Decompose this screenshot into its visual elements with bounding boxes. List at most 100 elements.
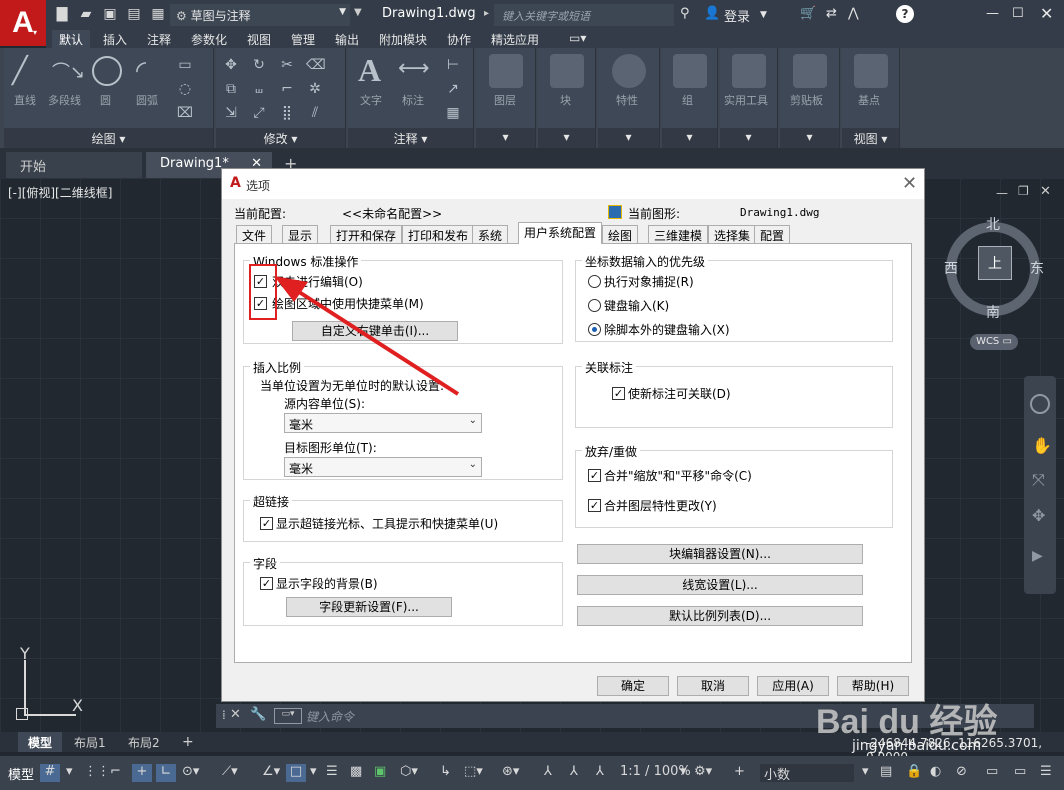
customization-icon[interactable]: ☰ [1040, 764, 1052, 782]
trim-icon[interactable]: ✂ [278, 56, 296, 74]
layout-tab-model[interactable]: 模型 [18, 732, 63, 752]
clipboard-button[interactable]: 剪贴板 [790, 92, 823, 108]
save-icon[interactable]: ▣ [102, 6, 118, 22]
hatch-icon[interactable]: ◌ [176, 80, 194, 98]
tab-parametric[interactable]: 参数化 [184, 30, 234, 48]
cancel-button[interactable]: 取消 [677, 676, 749, 696]
view-panel-title[interactable]: 视图 ▾ [842, 128, 899, 148]
pan-icon[interactable]: ✋ [1032, 436, 1052, 455]
osnap-tracking-icon[interactable]: ∠▾ [262, 764, 280, 782]
layers-icon[interactable] [489, 54, 523, 88]
compass-west[interactable]: 西 [944, 258, 958, 278]
command-input[interactable]: 键入命令 [306, 708, 354, 725]
tab-featured-apps[interactable]: 精选应用 [484, 30, 546, 48]
scale-icon[interactable]: ⤢ [250, 104, 268, 122]
tab-view[interactable]: 视图 [240, 30, 278, 48]
cmd-grip-icon[interactable]: ⁞ [222, 708, 226, 722]
close-icon[interactable]: ✕ [1040, 4, 1053, 23]
circle-button[interactable]: 圆 [100, 92, 111, 108]
binoculars-icon[interactable]: ⚲ [680, 6, 690, 21]
zoom-extents-icon[interactable]: ⤧ [1032, 470, 1045, 490]
hardware-acceleration-icon[interactable]: ⊘ [956, 764, 967, 782]
annotation-scale-icon[interactable]: ⅄ [596, 764, 604, 782]
tab-default[interactable]: 默认 [52, 30, 91, 48]
scale-dropdown-icon[interactable]: ▾ [680, 764, 687, 782]
tab-display[interactable]: 显示 [282, 225, 319, 243]
text-icon[interactable]: A [358, 52, 381, 89]
tab-3d-modeling[interactable]: 三维建模 [648, 225, 709, 243]
move-icon[interactable]: ✥ [222, 56, 240, 74]
dimension-icon[interactable]: ⟷ [398, 56, 430, 81]
tab-profiles[interactable]: 配置 [754, 225, 791, 243]
fullscreen-icon[interactable]: ▭ [1014, 764, 1026, 782]
compass-north[interactable]: 北 [986, 214, 1000, 234]
search-input[interactable]: 键入关键字或短语 [494, 4, 674, 26]
polar-icon[interactable]: ⊙▾ [182, 764, 199, 782]
dialog-close-icon[interactable]: ✕ [902, 173, 917, 194]
annotation-monitor-icon[interactable]: + [734, 764, 745, 782]
app-logo-button[interactable]: A [0, 0, 46, 46]
explode-icon[interactable]: ✲ [306, 80, 324, 98]
field-background-checkbox[interactable]: ✓ [260, 577, 273, 590]
tab-plot-publish[interactable]: 打印和发布 [402, 225, 475, 243]
selection-filter-icon[interactable]: ⬚▾ [464, 764, 483, 782]
minimize-icon[interactable]: — [986, 6, 999, 21]
login-link[interactable]: 登录 [724, 6, 750, 25]
table-icon[interactable]: ▦ [444, 104, 462, 122]
file-tab-start[interactable]: 开始 [6, 152, 142, 178]
copy-icon[interactable]: ⧉ [222, 80, 240, 98]
block-button[interactable]: 块 [560, 92, 571, 108]
modify-panel-title[interactable]: 修改 ▾ [216, 128, 345, 148]
grid-dropdown-icon[interactable]: ▾ [66, 764, 73, 782]
transparency-icon[interactable]: ▩ [350, 764, 362, 782]
units-dropdown-icon[interactable]: ▾ [862, 764, 869, 782]
keyboard-entry-radio[interactable] [588, 299, 601, 312]
tab-addins[interactable]: 附加模块 [372, 30, 434, 48]
viewport-close-icon[interactable]: ✕ [1040, 184, 1051, 199]
offset-icon[interactable]: ⫽ [306, 104, 324, 122]
line-icon[interactable]: ╱ [12, 56, 42, 86]
tab-manage[interactable]: 管理 [284, 30, 322, 48]
dynamic-ucs-icon[interactable]: ↳ [440, 764, 451, 782]
utilities-button[interactable]: 实用工具 [724, 92, 768, 108]
clean-screen-icon[interactable]: ▭ [986, 764, 998, 782]
linear-dim-icon[interactable]: ⊢ [444, 56, 462, 74]
hyperlink-checkbox[interactable]: ✓ [260, 517, 273, 530]
maximize-icon[interactable]: ☐ [1012, 6, 1024, 21]
properties-icon[interactable] [612, 54, 646, 88]
rotate-icon[interactable]: ↻ [250, 56, 268, 74]
quick-access-dropdown-icon[interactable]: ▼ [354, 7, 362, 18]
draw-panel-title[interactable]: 绘图 ▾ [4, 128, 213, 148]
boundary-icon[interactable]: ⌧ [176, 104, 194, 122]
clipboard-icon[interactable] [793, 54, 827, 88]
search-arrow-icon[interactable]: ▸ [484, 8, 489, 19]
steeringwheel-icon[interactable] [1030, 394, 1050, 414]
showmotion-icon[interactable]: ▶ [1032, 548, 1043, 564]
apply-button[interactable]: 应用(A) [757, 676, 829, 696]
text-button[interactable]: 文字 [360, 92, 382, 108]
basepoint-icon[interactable] [854, 54, 888, 88]
erase-icon[interactable]: ⌫ [306, 56, 326, 74]
cmd-customize-icon[interactable]: 🔧 [250, 707, 266, 722]
tab-user-preferences[interactable]: 用户系统配置 [518, 222, 603, 244]
model-space-button[interactable]: 模型 [8, 764, 34, 783]
right-click-customization-button[interactable]: 自定义右键单击(I)... [292, 321, 458, 341]
keyboard-except-scripts-radio[interactable] [588, 323, 601, 336]
osnap-dropdown-icon[interactable]: ▾ [310, 764, 317, 782]
dimension-button[interactable]: 标注 [402, 92, 424, 108]
compass-south[interactable]: 南 [986, 302, 1000, 322]
arc-icon[interactable]: ◜ [136, 56, 166, 86]
line-button[interactable]: 直线 [14, 92, 36, 108]
add-layout-icon[interactable]: + [172, 732, 204, 752]
leader-icon[interactable]: ↗ [444, 80, 462, 98]
groups-panel-expand[interactable]: ▾ [662, 128, 717, 148]
polyline-button[interactable]: 多段线 [48, 92, 81, 108]
utilities-panel-expand[interactable]: ▾ [720, 128, 777, 148]
fillet-icon[interactable]: ⌐ [278, 80, 296, 98]
array-icon[interactable]: ⣿ [278, 104, 296, 122]
combine-zoom-pan-checkbox[interactable]: ✓ [588, 469, 601, 482]
block-icon[interactable] [550, 54, 584, 88]
save-as-icon[interactable]: ▤ [126, 6, 142, 22]
new-file-icon[interactable]: ▇ [54, 6, 70, 22]
source-units-select[interactable]: 毫米 ⌄ [284, 413, 482, 433]
